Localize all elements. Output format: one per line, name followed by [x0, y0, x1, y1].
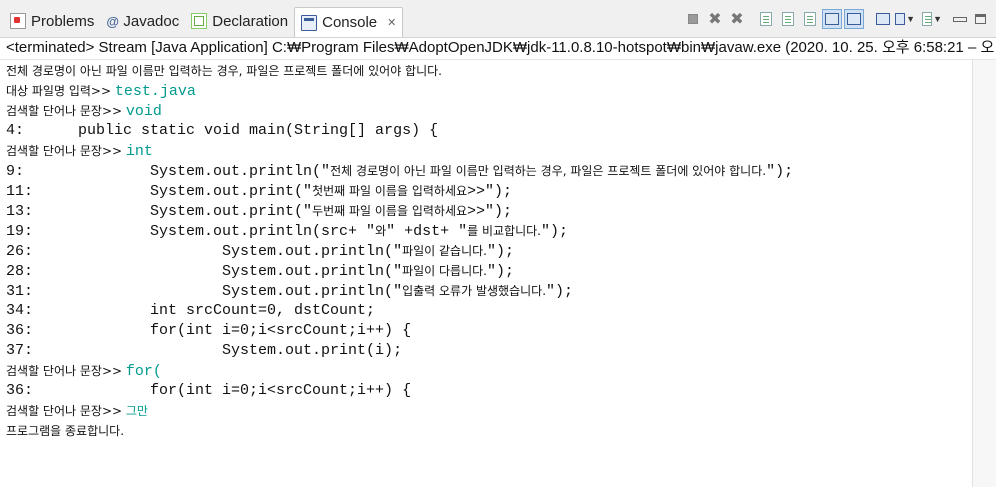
tab-declaration-label: Declaration [212, 12, 289, 30]
console-line: 프로그램을 종료합니다. [6, 424, 125, 438]
user-input-text: void [125, 103, 162, 120]
console-line: 4: public static void main(String[] args… [6, 122, 439, 139]
word-wrap-icon [804, 12, 816, 26]
console-output[interactable]: 전체 경로명이 아닌 파일 이름만 입력하는 경우, 파일은 프로젝트 폴더에 … [6, 61, 972, 481]
scroll-lock-icon [782, 12, 794, 26]
process-status-line: <terminated> Stream [Java Application] C… [0, 38, 996, 60]
tab-javadoc[interactable]: @ Javadoc [100, 8, 185, 34]
tab-problems[interactable]: Problems [4, 8, 100, 34]
minimize-view-button[interactable] [953, 16, 967, 22]
remove-all-terminated-button[interactable]: ✖ [727, 9, 747, 29]
clear-console-button[interactable] [756, 9, 776, 29]
console-line: 대상 파일명 입력>> test.java [6, 83, 196, 100]
console-line: 검색할 단어나 문장>> for( [6, 363, 162, 380]
pin-console-icon [876, 13, 890, 25]
tab-declaration[interactable]: Declaration [185, 8, 294, 34]
console-line: 검색할 단어나 문장>> void [6, 103, 162, 120]
console-line: 검색할 단어나 문장>> int [6, 143, 153, 160]
show-console-on-stderr-button[interactable] [844, 9, 864, 29]
problems-icon [10, 13, 26, 29]
scroll-lock-button[interactable] [778, 9, 798, 29]
display-console-button[interactable]: ▼ [895, 9, 915, 29]
console-line: 26: System.out.println("파일이 같습니다."); [6, 243, 515, 260]
remove-all-icon: ✖ [730, 11, 744, 28]
open-console-button[interactable]: ▼ [922, 9, 942, 29]
declaration-icon [191, 13, 208, 29]
stdout-console-icon [825, 13, 839, 25]
user-input-text: test.java [114, 83, 196, 100]
console-line: 28: System.out.println("파일이 다릅니다."); [6, 263, 515, 280]
open-console-icon [922, 12, 933, 26]
remove-launch-button[interactable]: ✖ [705, 9, 725, 29]
user-input-text: int [125, 143, 153, 160]
console-line: 전체 경로명이 아닌 파일 이름만 입력하는 경우, 파일은 프로젝트 폴더에 … [6, 64, 442, 78]
user-input-text: for( [125, 363, 162, 380]
console-line: 34: int srcCount=0, dstCount; [6, 302, 376, 319]
chevron-down-icon: ▼ [906, 14, 915, 24]
view-tab-bar: Problems @ Javadoc Declaration Console ✕… [0, 0, 996, 38]
close-tab-icon[interactable]: ✕ [387, 16, 396, 29]
maximize-view-button[interactable] [975, 14, 986, 24]
javadoc-icon: @ [106, 14, 120, 29]
console-line: 37: System.out.print(i); [6, 342, 403, 359]
console-line: 19: System.out.println(src+ "와" +dst+ "를… [6, 223, 569, 240]
tab-console[interactable]: Console ✕ [294, 7, 404, 37]
display-console-icon [895, 13, 906, 25]
console-line: 36: for(int i=0;i<srcCount;i++) { [6, 322, 412, 339]
terminate-button[interactable] [683, 9, 703, 29]
console-line: 36: for(int i=0;i<srcCount;i++) { [6, 382, 412, 399]
tab-javadoc-label: Javadoc [123, 12, 180, 30]
console-line: 11: System.out.print("첫번째 파일 이름을 입력하세요>>… [6, 183, 513, 200]
user-input-text: 그만 [125, 404, 148, 418]
tab-list: Problems @ Javadoc Declaration Console ✕ [0, 7, 404, 37]
clear-console-icon [760, 12, 772, 26]
chevron-down-icon: ▼ [933, 14, 942, 24]
show-console-on-stdout-button[interactable] [822, 9, 842, 29]
pin-console-button[interactable] [873, 9, 893, 29]
console-line: 13: System.out.print("두번째 파일 이름을 입력하세요>>… [6, 203, 513, 220]
console-toolbar: ✖ ✖ ▼ ▼ [682, 8, 986, 30]
vertical-scrollbar[interactable] [972, 60, 996, 487]
stderr-console-icon [847, 13, 861, 25]
remove-icon: ✖ [708, 11, 722, 28]
stop-icon [688, 14, 698, 24]
tab-problems-label: Problems [31, 12, 95, 30]
console-line: 9: System.out.println("전체 경로명이 아닌 파일 이름만… [6, 163, 794, 180]
console-line: 검색할 단어나 문장>> 그만 [6, 404, 148, 418]
tab-console-label: Console [322, 14, 378, 31]
word-wrap-button[interactable] [800, 9, 820, 29]
console-line: 31: System.out.println("입출력 오류가 발생했습니다."… [6, 283, 574, 300]
console-icon [301, 14, 318, 31]
